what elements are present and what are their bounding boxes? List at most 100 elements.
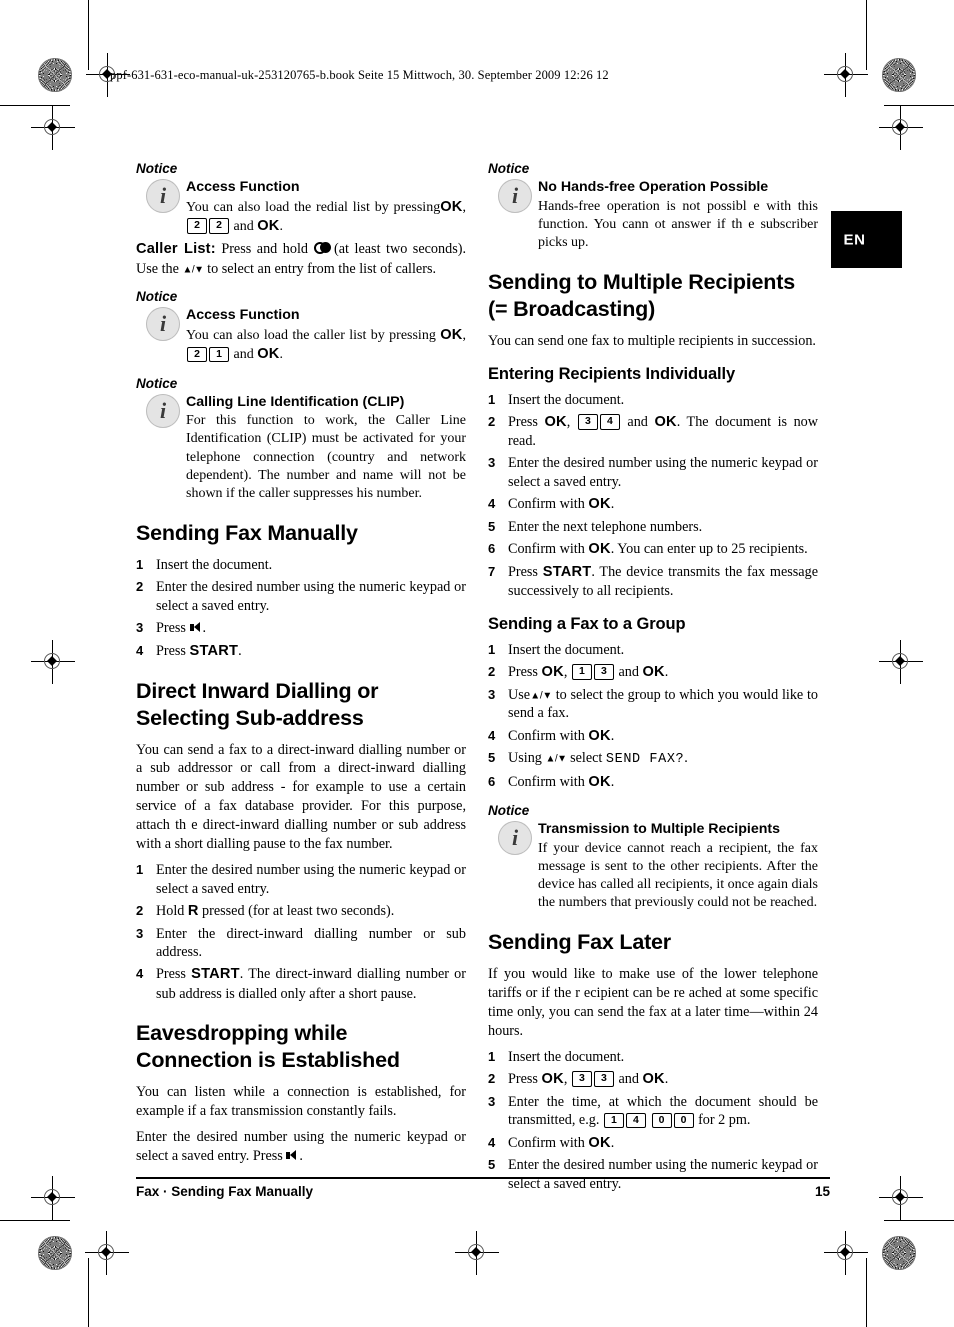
- step-text: Enter the direct-inward dialling number …: [156, 925, 466, 961]
- step-item: 2 Press OK, 33 and OK.: [488, 1070, 818, 1089]
- ok-key-label: OK: [642, 1070, 665, 1087]
- step-text: Press: [156, 620, 186, 637]
- page-footer: Fax · Sending Fax Manually 15: [136, 1177, 830, 1199]
- heading-entering-recipients: Entering Recipients Individually: [488, 364, 736, 383]
- step-number: 4: [488, 1134, 496, 1150]
- language-tab-en: EN: [831, 211, 902, 268]
- caller-list-lead: Caller List:: [136, 241, 216, 258]
- registration-cross-top-right-b: [879, 106, 923, 150]
- step-number: 1: [136, 861, 144, 877]
- steps-sending-fax-later: 1 Insert the document. 2 Press OK, 33 and …: [488, 1048, 818, 1194]
- step-number: 5: [488, 1157, 496, 1173]
- paragraph-eavesdropping-1: You can listen while a connection is est…: [136, 1084, 466, 1120]
- step-text: . You can enter up to 25 recipients.: [610, 541, 808, 558]
- step-text: Confirm with: [508, 1134, 585, 1151]
- notice-text: and: [233, 347, 254, 363]
- comma: ,: [563, 663, 568, 680]
- step-item: 3 Press .: [136, 619, 466, 638]
- step-text: .: [610, 496, 615, 513]
- notice-title: Transmission to Multiple Recipients: [538, 820, 781, 837]
- step-item: 3 Enter the desired number using the nume…: [488, 454, 818, 491]
- registration-cross-top-right-a: [824, 53, 868, 97]
- step-text: select: [570, 750, 603, 767]
- step-text: .: [610, 1134, 615, 1151]
- step-number: 2: [136, 902, 144, 918]
- keypad-key: 4: [625, 1112, 646, 1129]
- updown-arrows-icon: ▲/▼: [545, 753, 567, 765]
- step-item: 5 Using ▲/▼ select SEND FAX?.: [488, 749, 818, 769]
- step-item: 2 Press OK, 13 and OK.: [488, 663, 818, 682]
- step-item: 2 Hold R pressed (for at least two second…: [136, 902, 466, 921]
- step-text: to select the group to which you would l…: [508, 686, 818, 722]
- step-number: 4: [488, 496, 496, 512]
- step-text: .: [664, 663, 669, 680]
- step-item: 6 Confirm with OK.: [488, 773, 818, 792]
- step-text: Enter the desired number using the numer…: [156, 861, 466, 897]
- crop-line-bottom-left-v: [88, 1258, 89, 1327]
- crop-line-top-right-v: [866, 0, 867, 70]
- step-text: Confirm with: [508, 496, 585, 513]
- step-item: 6 Confirm with OK. You can enter up to 25…: [488, 540, 818, 559]
- caller-list-text-c: to select an entry from the list of call…: [207, 260, 437, 277]
- step-number: 4: [136, 966, 144, 982]
- ok-key-label: OK: [588, 727, 611, 744]
- step-number: 4: [488, 727, 496, 743]
- start-key-label: START: [542, 563, 592, 580]
- ok-key-label: OK: [541, 1070, 564, 1087]
- ok-key-label: OK: [588, 541, 611, 558]
- step-item: 2 Enter the desired number using the nume…: [136, 578, 466, 615]
- notice-text: You can also load the redial list by pre…: [186, 199, 441, 215]
- step-text: Insert the document.: [508, 641, 625, 658]
- updown-arrows-icon: ▲/▼: [530, 690, 552, 702]
- step-number: 1: [136, 557, 144, 573]
- registration-cross-bottom-center: [455, 1231, 499, 1275]
- notice-text: and: [233, 218, 254, 234]
- comma: ,: [462, 328, 467, 344]
- step-number: 2: [488, 413, 496, 429]
- crop-line-top-left-h: [0, 105, 70, 106]
- notice-label: Notice: [488, 161, 530, 176]
- heading-sending-fax-later: Sending Fax Later: [488, 930, 671, 955]
- registration-star-top-left: [38, 58, 72, 92]
- notice-body: If your device cannot reach a recipient,…: [538, 840, 818, 911]
- notice-clip: i Calling Line Identification (CLIP) For…: [136, 393, 466, 504]
- ok-key-label: OK: [654, 413, 677, 430]
- keypad-key: 4: [599, 414, 620, 430]
- step-text: and: [618, 1070, 639, 1087]
- step-item: 1 Insert the document.: [488, 391, 818, 410]
- registration-cross-top-left-b: [31, 106, 75, 150]
- step-number: 3: [136, 925, 144, 941]
- notice-label: Notice: [136, 161, 178, 176]
- book-header-line: ppf-631-631-eco-manual-uk-253120765-b.bo…: [110, 68, 609, 82]
- step-item: 3 Use▲/▼ to select the group to which you…: [488, 686, 818, 723]
- step-text: Using: [508, 750, 542, 767]
- step-text: Insert the document.: [508, 391, 625, 408]
- keypad-key: 3: [571, 1071, 592, 1087]
- heading-sending-to-group: Sending a Fax to a Group: [488, 614, 686, 633]
- ok-key-label: OK: [588, 496, 611, 513]
- footer-page-number: 15: [814, 1183, 830, 1199]
- step-text: Enter the desired number using the numer…: [156, 579, 466, 615]
- step-item: 7 Press START. The device transmits the f…: [488, 563, 818, 601]
- heading-eavesdropping: Eavesdropping while Connection is Establ…: [136, 1021, 400, 1073]
- ok-key-label: OK: [440, 327, 463, 344]
- step-text: .: [684, 750, 688, 767]
- step-text: Enter the desired number using the numer…: [508, 455, 818, 491]
- step-number: 1: [488, 641, 496, 657]
- registration-star-bottom-right: [882, 1236, 916, 1270]
- ok-key-label: OK: [257, 217, 280, 234]
- notice-access-function-caller: i Access Function You can also load the …: [136, 307, 466, 364]
- steps-sending-fax-manually: 1 Insert the document. 2 Enter the desired…: [136, 556, 466, 661]
- step-number: 3: [488, 455, 496, 471]
- left-column: Notice i Access Function You can also lo…: [136, 150, 466, 1173]
- period: .: [279, 347, 284, 363]
- registration-star-bottom-left: [38, 1236, 72, 1270]
- step-number: 3: [136, 620, 144, 636]
- step-item: 4 Press START.: [136, 642, 466, 661]
- crop-line-top-right-h: [884, 105, 954, 106]
- crop-line-top-left-v: [88, 0, 89, 70]
- notice-no-handsfree: i No Hands-free Operation Possible Hands…: [488, 179, 818, 252]
- step-number: 2: [136, 579, 144, 595]
- step-text: and: [627, 413, 648, 430]
- registration-cross-bottom-right-b: [824, 1231, 868, 1275]
